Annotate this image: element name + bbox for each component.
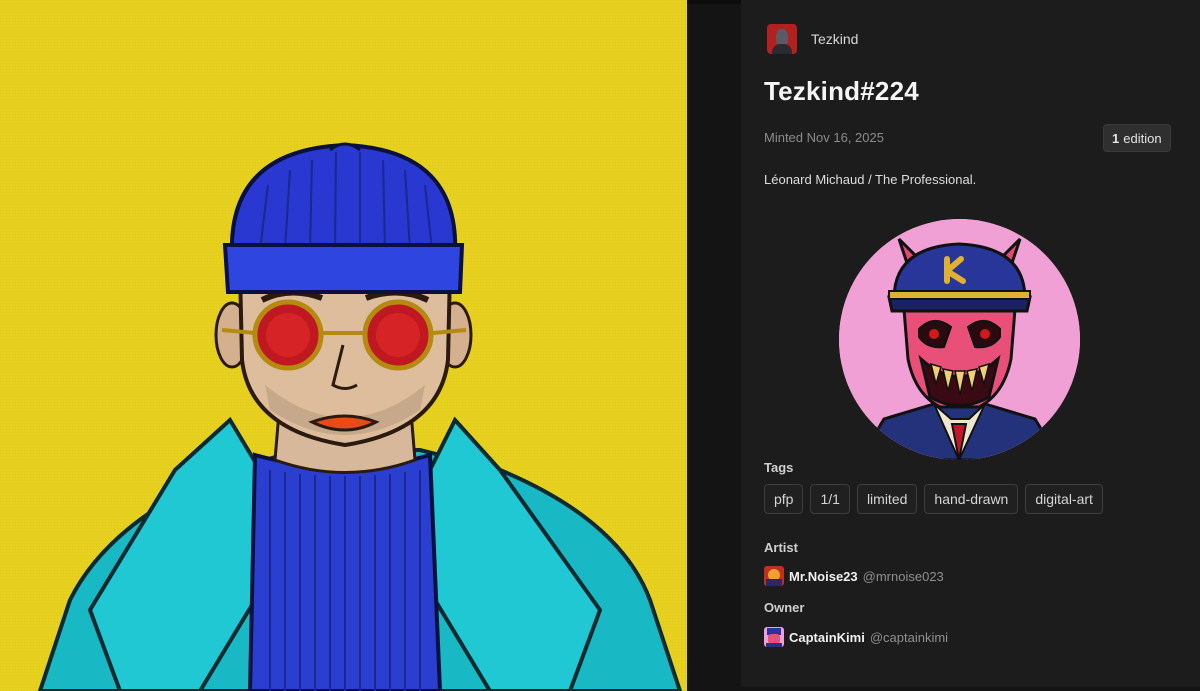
owner-heading: Owner xyxy=(764,600,805,615)
collection-link[interactable]: Tezkind xyxy=(767,24,858,54)
artist-avatar xyxy=(764,566,784,586)
edition-count: 1 xyxy=(1112,130,1120,146)
artist-name[interactable]: Mr.Noise23 xyxy=(789,569,858,584)
owner-avatar xyxy=(764,627,784,647)
collection-name: Tezkind xyxy=(811,31,859,47)
skull-captain-illustration xyxy=(839,219,1080,460)
token-description: Léonard Michaud / The Professional. xyxy=(764,172,977,187)
tags-heading: Tags xyxy=(764,460,794,475)
collection-avatar xyxy=(767,24,797,54)
artist-row[interactable]: Mr.Noise23 @mrnoise023 xyxy=(764,566,944,586)
artwork-illustration xyxy=(37,142,683,691)
tag-limited[interactable]: limited xyxy=(856,484,918,514)
edition-badge: 1 edition xyxy=(1103,124,1171,152)
tag-pfp[interactable]: pfp xyxy=(764,484,804,514)
minted-date: Minted Nov 16, 2025 xyxy=(764,130,884,145)
tag-list: pfp 1/1 limited hand-drawn digital-art xyxy=(764,484,1103,514)
tag-hand-drawn[interactable]: hand-drawn xyxy=(924,484,1019,514)
tag-1-of-1[interactable]: 1/1 xyxy=(810,484,850,514)
owner-profile-avatar[interactable] xyxy=(839,219,1080,460)
artist-heading: Artist xyxy=(764,540,798,555)
owner-handle[interactable]: @captainkimi xyxy=(870,630,948,645)
owner-row[interactable]: CaptainKimi @captainkimi xyxy=(764,627,948,647)
tag-digital-art[interactable]: digital-art xyxy=(1025,484,1103,514)
token-title: Tezkind#224 xyxy=(764,76,919,106)
edition-label: edition xyxy=(1123,130,1162,146)
artwork-image[interactable] xyxy=(0,0,687,691)
artist-handle[interactable]: @mrnoise023 xyxy=(863,569,944,584)
owner-name[interactable]: CaptainKimi xyxy=(789,630,865,645)
